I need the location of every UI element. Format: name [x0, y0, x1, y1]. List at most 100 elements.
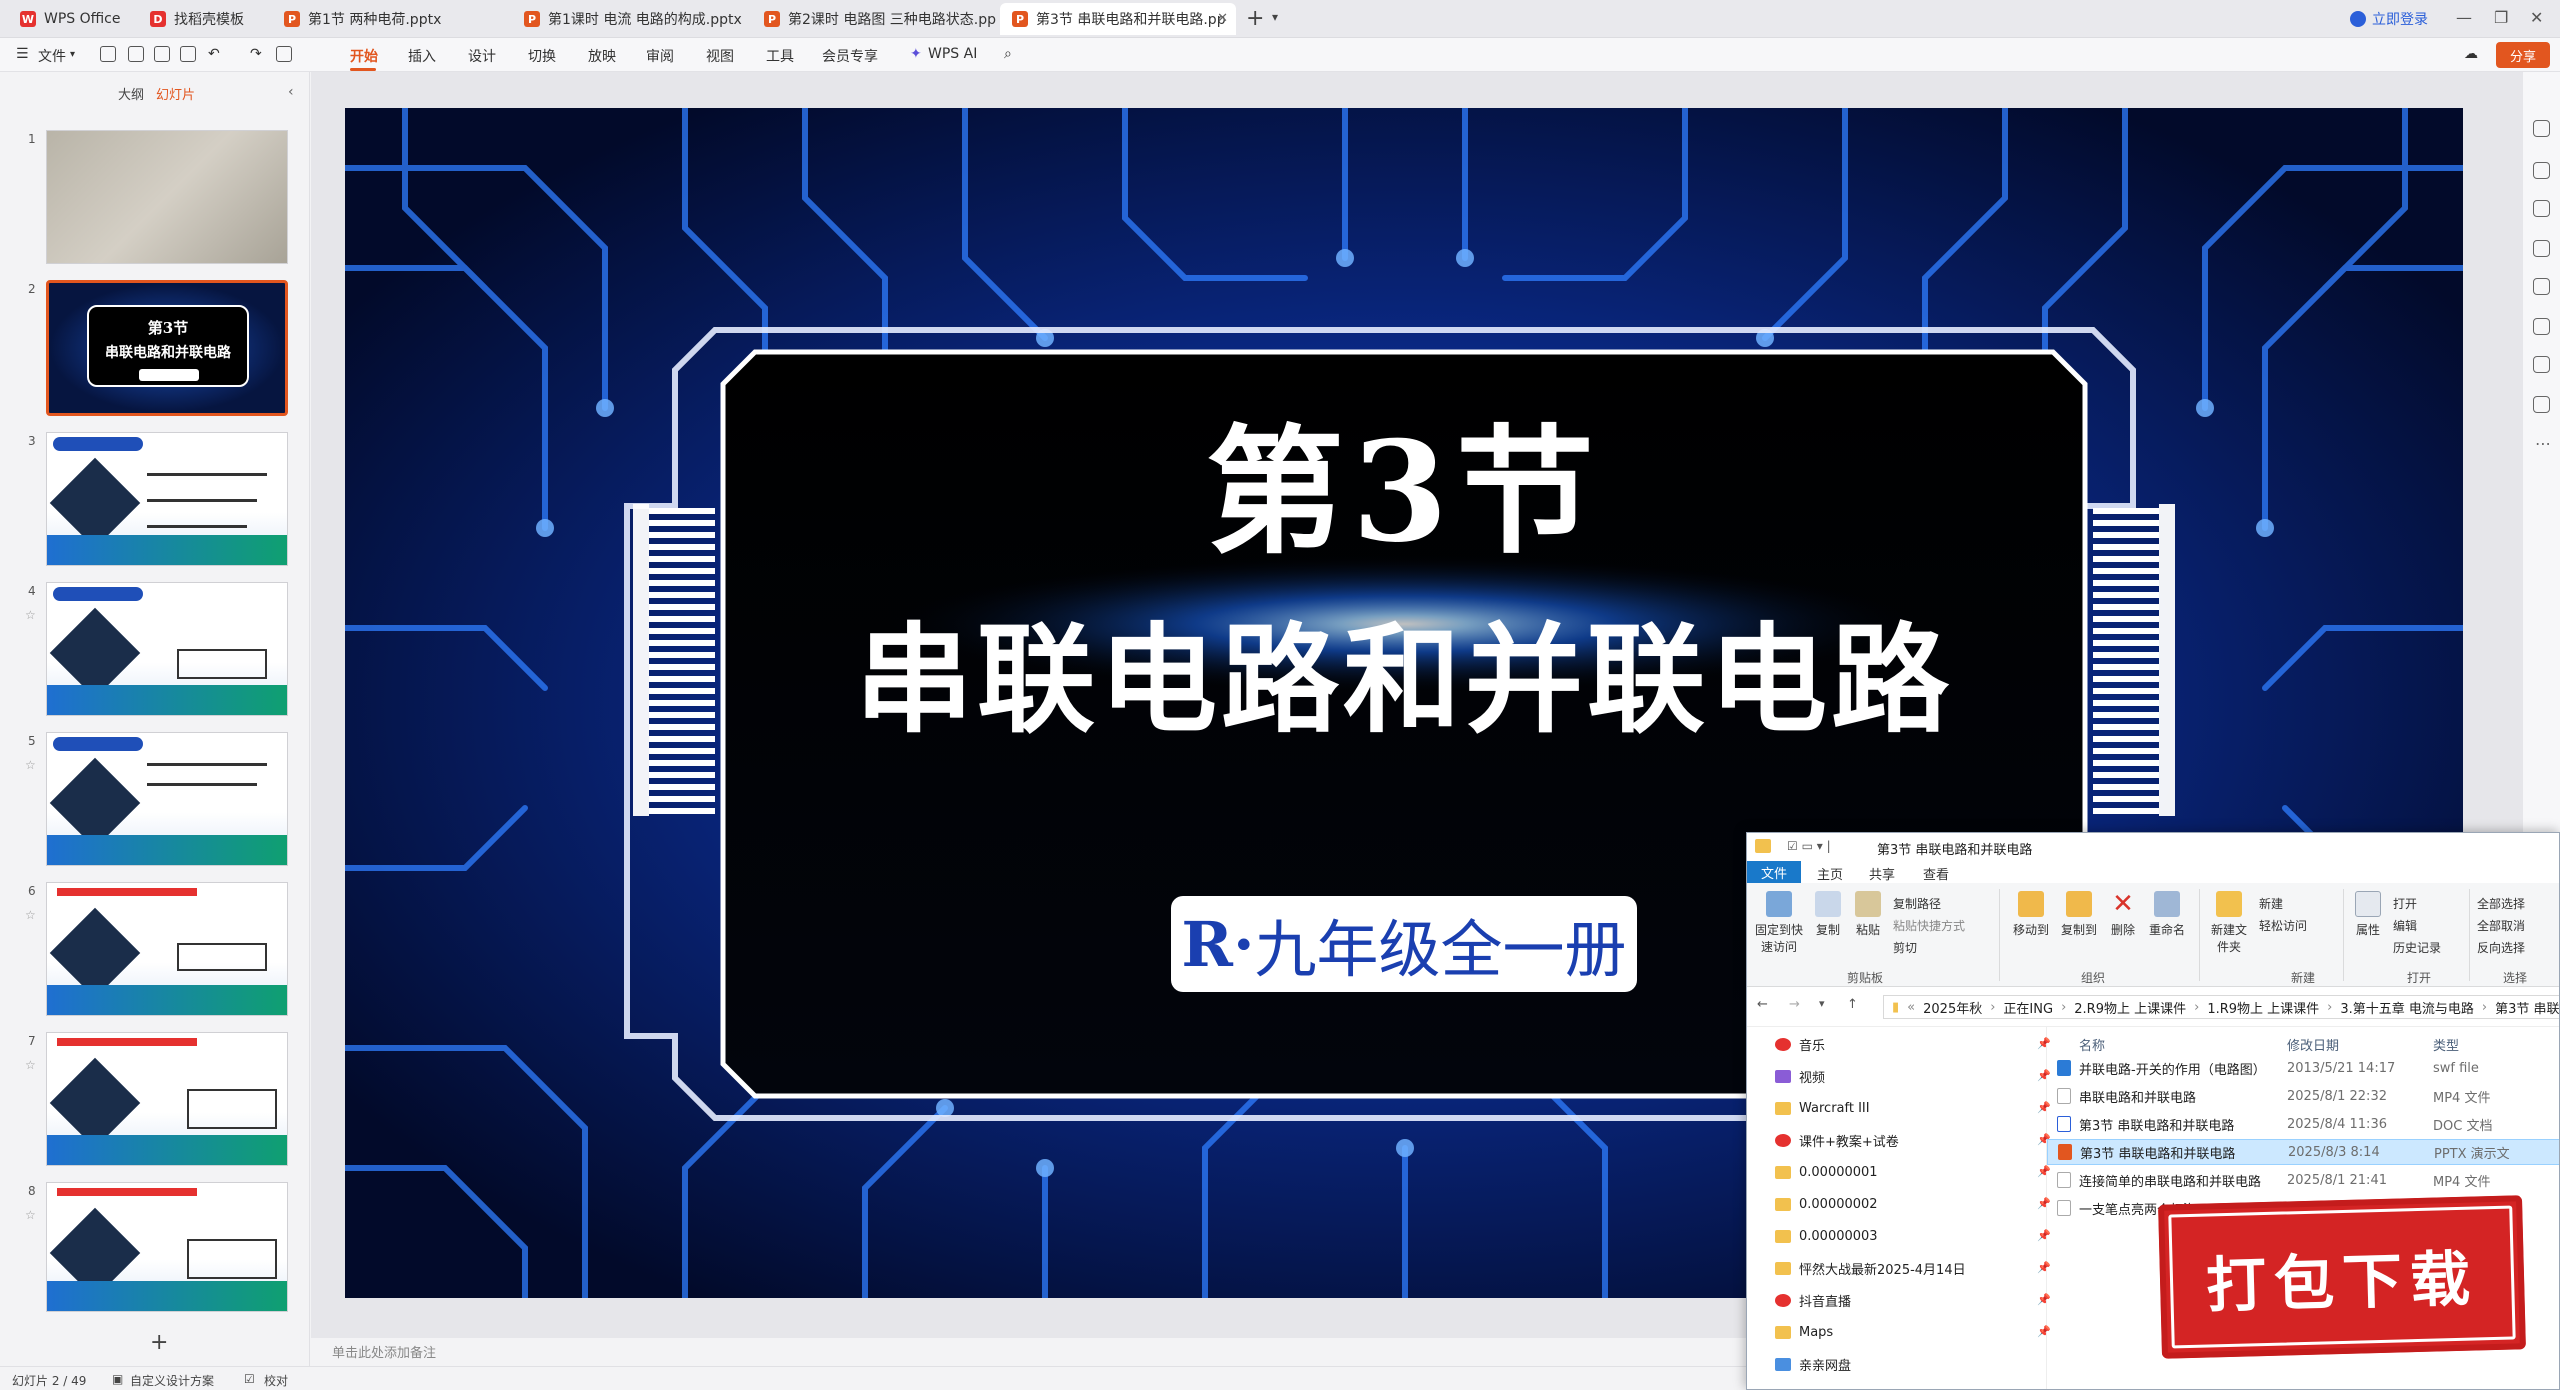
open-button[interactable]: 打开	[2393, 895, 2417, 912]
slide-thumbnail[interactable]	[46, 1182, 288, 1312]
menu-home[interactable]: 开始	[350, 46, 378, 66]
proofread-button[interactable]: 校对	[264, 1372, 288, 1389]
print-icon[interactable]	[180, 46, 196, 62]
star-icon[interactable]	[2533, 162, 2550, 179]
nav-item[interactable]: 0.00000002	[1775, 1193, 1878, 1215]
easy-access-button[interactable]: 轻松访问	[2259, 917, 2307, 934]
nav-item[interactable]: 课件+教案+试卷	[1775, 1129, 1899, 1151]
file-menu[interactable]: 文件	[38, 46, 66, 66]
explorer-tab-share[interactable]: 共享	[1869, 864, 1895, 883]
edit-button[interactable]: 编辑	[2393, 917, 2417, 934]
more-icon[interactable]: ⋯	[2535, 434, 2551, 453]
properties-button[interactable]: 属性	[2351, 891, 2385, 938]
tab-slides[interactable]: 幻灯片	[156, 84, 195, 103]
quick-access-toolbar-icon[interactable]: ☑ ▭ ▾ |	[1787, 839, 1831, 853]
copy-to-button[interactable]: 复制到	[2057, 891, 2101, 938]
column-type[interactable]: 类型	[2433, 1035, 2459, 1054]
select-all-button[interactable]: 全部选择	[2477, 895, 2525, 912]
tab-outline[interactable]: 大纲	[118, 84, 144, 103]
close-window-icon[interactable]: ✕	[2530, 8, 2543, 27]
tab-docer-templates[interactable]: D 找稻壳模板	[138, 3, 270, 35]
up-icon[interactable]: ↑	[1847, 997, 1858, 1012]
pin-quick-access-button[interactable]: 固定到快速访问	[1753, 891, 1805, 955]
collapse-panel-icon[interactable]: ‹	[288, 84, 294, 100]
slide-thumbnail[interactable]	[46, 882, 288, 1016]
new-document-icon[interactable]	[100, 46, 116, 62]
slide-thumbnail[interactable]	[46, 732, 288, 866]
delete-button[interactable]: ✕ 删除	[2105, 891, 2141, 938]
copy-path-button[interactable]: 复制路径	[1893, 895, 1941, 912]
overflow-chevron-icon[interactable]: «	[1907, 1000, 1915, 1015]
layers-icon[interactable]	[2533, 200, 2550, 217]
close-icon[interactable]: ✕	[1217, 11, 1228, 26]
redo-icon[interactable]: ↷	[250, 46, 262, 62]
nav-item[interactable]: 怦然大战最新2025-4月14日	[1775, 1257, 1966, 1279]
explorer-tab-home[interactable]: 主页	[1817, 864, 1843, 883]
menu-view[interactable]: 视图	[706, 46, 734, 66]
slide-title[interactable]: 第3节	[345, 380, 2463, 580]
nav-item[interactable]: 抖音直播	[1775, 1289, 1851, 1311]
menu-review[interactable]: 审阅	[646, 46, 674, 66]
nav-item[interactable]: 视频	[1775, 1065, 1825, 1087]
cloud-sync-icon[interactable]: ☁	[2464, 46, 2478, 62]
file-row-selected[interactable]: 第3节 串联电路和并联电路 2025/8/3 8:14 PPTX 演示文	[2047, 1139, 2559, 1165]
slide-thumbnail[interactable]	[46, 432, 288, 566]
nav-item[interactable]: 0.00000003	[1775, 1225, 1878, 1247]
tab-document-3[interactable]: P 第2课时 电路图 三种电路状态.pptx	[752, 3, 996, 35]
file-row[interactable]: 串联电路和并联电路 2025/8/1 22:32 MP4 文件	[2047, 1083, 2559, 1109]
new-tab-plus-icon[interactable]: +	[1246, 6, 1264, 31]
nav-item[interactable]: 音乐	[1775, 1033, 1825, 1055]
nav-item[interactable]: Warcraft III	[1775, 1097, 1870, 1119]
star-icon[interactable]: ☆	[25, 908, 36, 922]
open-icon[interactable]	[128, 46, 144, 62]
add-slide-icon[interactable]: +	[150, 1330, 168, 1355]
notes-placeholder[interactable]: 单击此处添加备注	[332, 1342, 436, 1361]
select-none-button[interactable]: 全部取消	[2477, 917, 2525, 934]
breadcrumb-item[interactable]: 2025年秋	[1923, 998, 1982, 1017]
nav-item[interactable]: Maps	[1775, 1321, 1833, 1343]
explorer-tab-file[interactable]: 文件	[1747, 861, 1801, 883]
breadcrumb-item[interactable]: 2.R9物上 上课课件	[2074, 998, 2186, 1017]
design-scheme[interactable]: 自定义设计方案	[130, 1372, 214, 1389]
slide-subtitle[interactable]: 串联电路和并联电路	[345, 584, 2463, 755]
tab-wps-office[interactable]: W WPS Office	[8, 3, 136, 35]
download-stamp[interactable]: 打包下载	[2158, 1195, 2526, 1359]
rename-button[interactable]: 重命名	[2145, 891, 2189, 938]
slide-thumbnail[interactable]	[46, 582, 288, 716]
back-icon[interactable]: ←	[1757, 997, 1768, 1012]
help-icon[interactable]	[2533, 396, 2550, 413]
slide-thumbnail[interactable]	[46, 1032, 288, 1166]
tab-document-2[interactable]: P 第1课时 电流 电路的构成.pptx	[512, 3, 748, 35]
menu-wps-ai[interactable]: WPS AI	[928, 46, 977, 62]
invert-selection-button[interactable]: 反向选择	[2477, 939, 2525, 956]
new-folder-button[interactable]: 新建文件夹	[2207, 891, 2251, 955]
menu-slideshow[interactable]: 放映	[588, 46, 616, 66]
menu-tools[interactable]: 工具	[766, 46, 794, 66]
star-icon[interactable]: ☆	[25, 758, 36, 772]
column-name[interactable]: 名称	[2079, 1035, 2105, 1054]
slide-thumbnail[interactable]	[46, 130, 288, 264]
history-button[interactable]: 历史记录	[2393, 939, 2441, 956]
bookmark-icon[interactable]	[2533, 318, 2550, 335]
file-row[interactable]: 连接简单的串联电路和并联电路 2025/8/1 21:41 MP4 文件	[2047, 1167, 2559, 1193]
settings-icon[interactable]	[2533, 120, 2550, 137]
undo-icon[interactable]: ↶	[208, 46, 220, 62]
file-row[interactable]: 第3节 串联电路和并联电路 2025/8/4 11:36 DOC 文档	[2047, 1111, 2559, 1137]
chevron-down-icon[interactable]: ▾	[1272, 10, 1278, 24]
move-to-button[interactable]: 移动到	[2009, 891, 2053, 938]
column-date[interactable]: 修改日期	[2287, 1035, 2339, 1054]
tab-document-1[interactable]: P 第1节 两种电荷.pptx	[272, 3, 508, 35]
copy-button[interactable]: 复制	[1811, 891, 1845, 938]
slide-thumbnail-selected[interactable]: 第3节 串联电路和并联电路	[46, 280, 288, 416]
nav-item[interactable]: 0.00000001	[1775, 1161, 1878, 1183]
new-item-button[interactable]: 新建	[2259, 895, 2283, 912]
menu-design[interactable]: 设计	[468, 46, 496, 66]
breadcrumb-item[interactable]: 正在ING	[2003, 998, 2053, 1017]
nav-item[interactable]: 亲亲网盘	[1775, 1353, 1851, 1375]
chevron-down-icon[interactable]: ▾	[70, 49, 75, 60]
breadcrumb-item[interactable]: 第3节 串联电	[2495, 998, 2559, 1017]
recent-chevron-icon[interactable]: ▾	[1819, 997, 1825, 1010]
grade-badge[interactable]: R· 九年级全一册	[1171, 896, 1637, 992]
cut-button[interactable]: 剪切	[1893, 939, 1917, 956]
breadcrumb-item[interactable]: 1.R9物上 上课课件	[2207, 998, 2319, 1017]
